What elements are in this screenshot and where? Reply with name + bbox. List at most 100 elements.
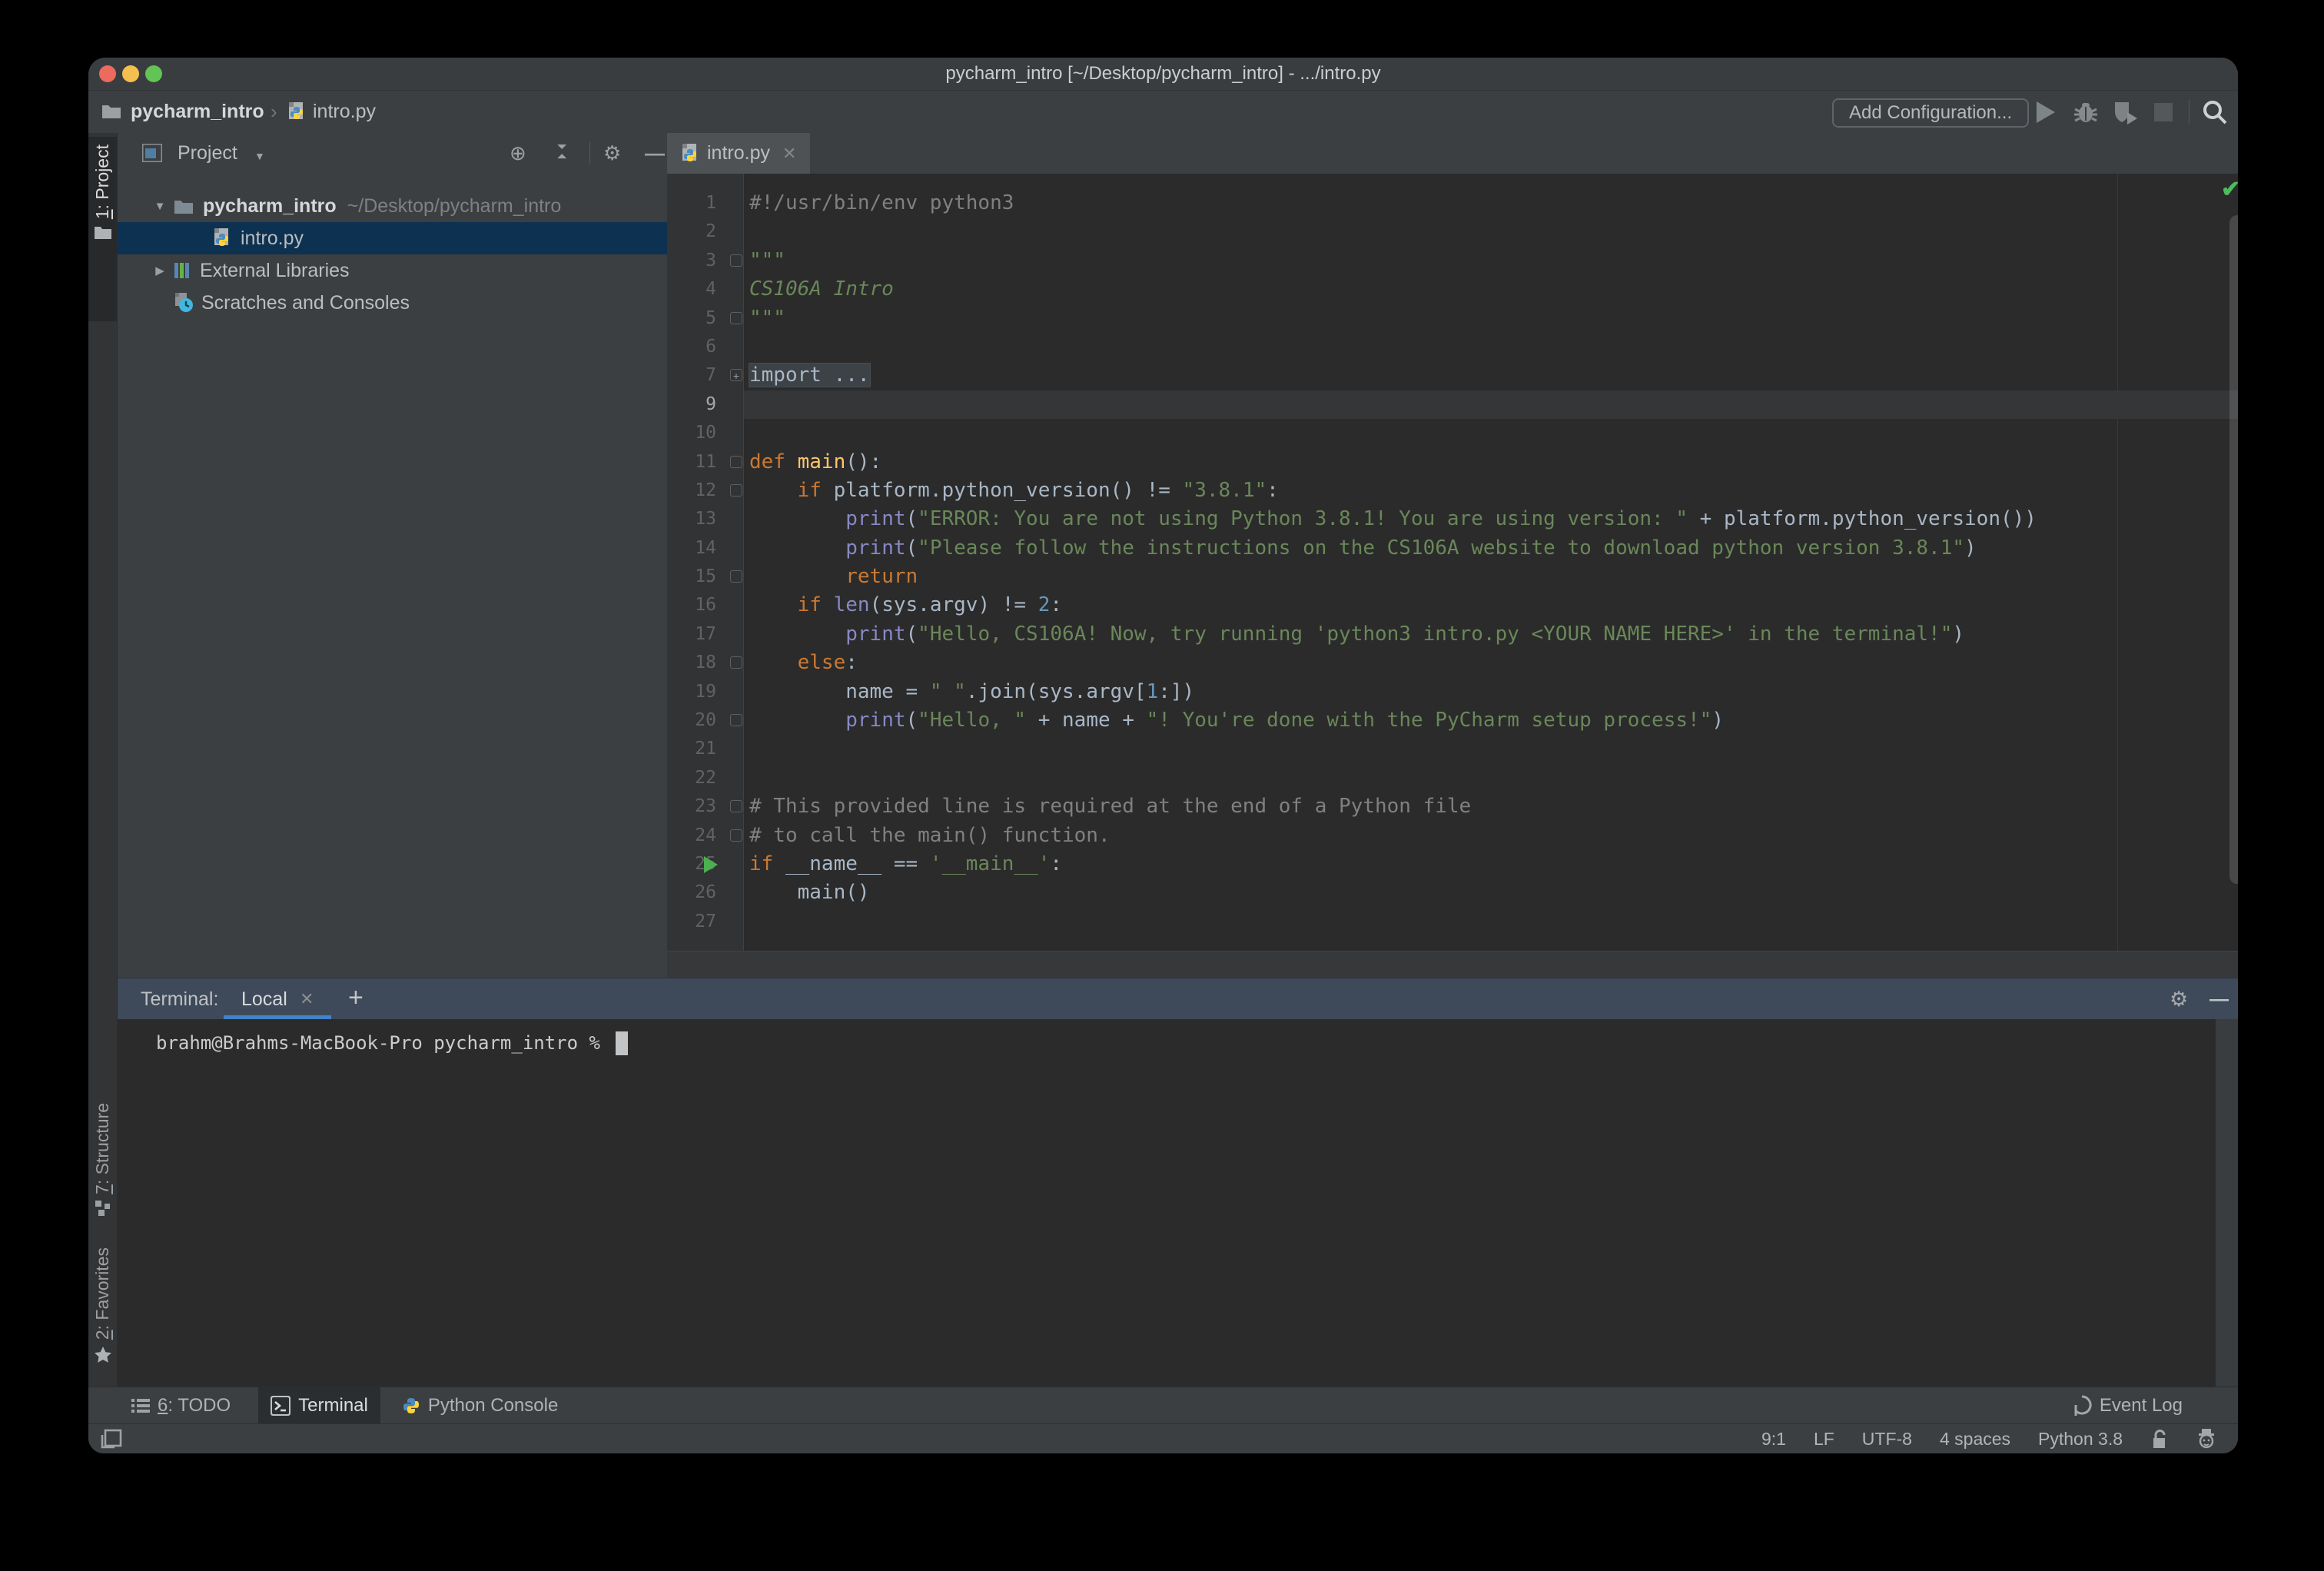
code-line[interactable]: 17 print("Hello, CS106A! Now, try runnin… — [667, 620, 2238, 649]
breadcrumb-file[interactable]: intro.py — [313, 91, 376, 133]
chevron-right-icon[interactable]: ▶ — [152, 264, 168, 277]
fold-marker-icon[interactable] — [730, 714, 742, 727]
code-line[interactable]: 1 #!/usr/bin/env python3 — [667, 189, 2238, 218]
terminal-tab-local[interactable]: Local — [241, 978, 287, 1020]
code-line[interactable]: 7 + import ... — [667, 361, 2238, 390]
line-number: 23 — [695, 796, 716, 817]
code-line[interactable]: 3 """ — [667, 247, 2238, 275]
code-line[interactable]: 12 if platform.python_version() != "3.8.… — [667, 477, 2238, 505]
gear-icon[interactable]: ⚙ — [2170, 978, 2188, 1020]
code-area[interactable]: 1 #!/usr/bin/env python3 2 3 """ 4 CS106A Intr… — [667, 174, 2238, 951]
code-line[interactable]: 6 — [667, 333, 2238, 361]
gear-icon[interactable]: ⚙ — [603, 133, 621, 173]
code-line[interactable]: 5 """ — [667, 304, 2238, 333]
todo-tool-button[interactable]: 6: TODO — [119, 1387, 243, 1424]
code-line[interactable]: 19 name = " ".join(sys.argv[1:]) — [667, 678, 2238, 706]
code-line[interactable]: 24 # to call the main() function. — [667, 822, 2238, 850]
fold-marker-icon[interactable] — [730, 656, 742, 669]
tree-row-project-root[interactable]: ▼ pycharm_intro ~/Desktop/pycharm_intro — [118, 190, 667, 222]
close-terminal-tab-icon[interactable]: ✕ — [300, 978, 314, 1020]
new-terminal-tab-icon[interactable]: + — [348, 978, 364, 1017]
code-line[interactable]: 16 if len(sys.argv) != 2: — [667, 591, 2238, 619]
chevron-down-icon[interactable]: ▼ — [152, 200, 168, 213]
encoding-widget[interactable]: UTF-8 — [1862, 1429, 1912, 1450]
code-token: .join(sys.argv[ — [965, 679, 1147, 703]
terminal-tool-button[interactable]: Terminal — [258, 1387, 380, 1424]
hide-terminal-icon[interactable]: — — [2209, 978, 2229, 1020]
code-token: if — [749, 852, 774, 875]
fold-marker-icon[interactable] — [730, 800, 742, 813]
code-line[interactable]: 10 — [667, 419, 2238, 447]
code-line[interactable]: 11 def main(): — [667, 448, 2238, 477]
indent-widget[interactable]: 4 spaces — [1940, 1429, 2010, 1450]
fold-marker-icon[interactable] — [730, 455, 742, 468]
event-log-button[interactable]: Event Log — [2060, 1387, 2195, 1424]
run-icon[interactable] — [2037, 91, 2055, 133]
code-line[interactable]: 15 return — [667, 563, 2238, 591]
editor-tab-bar: intro.py ✕ — [667, 133, 2238, 175]
stripe-item-favorites[interactable]: 2: Favorites — [88, 1240, 117, 1382]
hide-panel-icon[interactable]: — — [645, 133, 665, 173]
project-panel-title[interactable]: Project — [178, 133, 237, 173]
close-tab-icon[interactable]: ✕ — [782, 144, 796, 164]
tree-row-scratches[interactable]: Scratches and Consoles — [118, 287, 667, 319]
editor-scrollbar[interactable] — [2229, 215, 2238, 884]
fold-marker-icon[interactable] — [730, 254, 742, 267]
inspections-ok-check-icon[interactable]: ✔ — [2221, 176, 2238, 203]
fold-marker-icon[interactable] — [730, 570, 742, 583]
code-line[interactable]: 27 — [667, 908, 2238, 936]
title-bar[interactable]: pycharm_intro [~/Desktop/pycharm_intro] … — [88, 58, 2238, 91]
code-line[interactable]: 20 print("Hello, " + name + "! You're do… — [667, 706, 2238, 735]
tool-window-quick-access-icon[interactable] — [99, 1429, 122, 1450]
collapse-all-icon[interactable] — [554, 143, 573, 163]
code-line[interactable]: 25 if __name__ == '__main__': — [667, 850, 2238, 878]
code-token: # This provided line is required at the … — [749, 795, 1472, 819]
stripe-item-project[interactable]: 1: Project — [88, 137, 117, 321]
add-configuration-button[interactable]: Add Configuration... — [1832, 98, 2030, 128]
editor-bottom-strip — [667, 951, 2238, 978]
tree-row-external-libraries[interactable]: ▶ External Libraries — [118, 254, 667, 287]
code-line[interactable]: 9 — [667, 390, 2238, 420]
code-text: if __name__ == '__main__': — [749, 850, 1062, 878]
tab-intro-py[interactable]: intro.py ✕ — [667, 133, 811, 174]
code-text: print("Hello, CS106A! Now, try running '… — [749, 620, 1964, 649]
line-number: 4 — [706, 279, 716, 300]
code-line[interactable]: 23 # This provided line is required at th… — [667, 792, 2238, 821]
tree-row-intro-py[interactable]: intro.py — [118, 222, 667, 254]
code-line[interactable]: 13 print("ERROR: You are not using Pytho… — [667, 505, 2238, 533]
search-everywhere-icon[interactable] — [2202, 91, 2228, 133]
run-line-icon[interactable] — [704, 855, 718, 873]
interpreter-widget[interactable]: Python 3.8 — [2038, 1429, 2123, 1450]
run-with-coverage-icon[interactable] — [2112, 91, 2138, 133]
terminal-body[interactable]: brahm@Brahms-MacBook-Pro pycharm_intro % — [118, 1019, 2238, 1387]
fold-marker-icon[interactable] — [730, 829, 742, 842]
line-separator-widget[interactable]: LF — [1814, 1429, 1834, 1450]
code-line[interactable]: 18 else: — [667, 649, 2238, 677]
code-line[interactable]: 14 print("Please follow the instructions… — [667, 534, 2238, 563]
caret-position-widget[interactable]: 9:1 — [1761, 1429, 1786, 1450]
code-line[interactable]: 21 — [667, 735, 2238, 763]
project-panel-header: Project ▼ ⊕ ⚙ — — [118, 133, 667, 173]
code-text: # This provided line is required at the … — [749, 792, 1471, 821]
fold-marker-icon[interactable] — [730, 483, 742, 497]
code-line[interactable]: 2 — [667, 218, 2238, 246]
locate-file-icon[interactable]: ⊕ — [510, 133, 526, 173]
code-token: CS106A Intro — [749, 277, 894, 301]
code-line[interactable]: 26 main() — [667, 878, 2238, 907]
python-console-tool-button[interactable]: Python Console — [390, 1387, 570, 1424]
debug-bug-icon[interactable] — [2073, 91, 2099, 133]
stripe-item-structure[interactable]: 7: Structure — [88, 1095, 117, 1226]
code-line[interactable]: 4 CS106A Intro — [667, 275, 2238, 304]
code-text: """ — [749, 247, 785, 275]
code-text: name = " ".join(sys.argv[1:]) — [749, 678, 1194, 706]
breadcrumb-project[interactable]: pycharm_intro — [131, 91, 264, 133]
lock-unlocked-icon[interactable] — [2150, 1429, 2169, 1450]
fold-marker-icon[interactable] — [730, 311, 742, 324]
fold-expand-icon[interactable]: + — [730, 369, 742, 382]
code-line[interactable]: 22 — [667, 764, 2238, 792]
chevron-down-icon[interactable]: ▼ — [254, 150, 265, 162]
line-number: 2 — [706, 221, 716, 242]
code-text: if platform.python_version() != "3.8.1": — [749, 477, 1279, 505]
stop-icon[interactable] — [2154, 91, 2173, 133]
hector-inspector-icon[interactable] — [2196, 1428, 2216, 1450]
